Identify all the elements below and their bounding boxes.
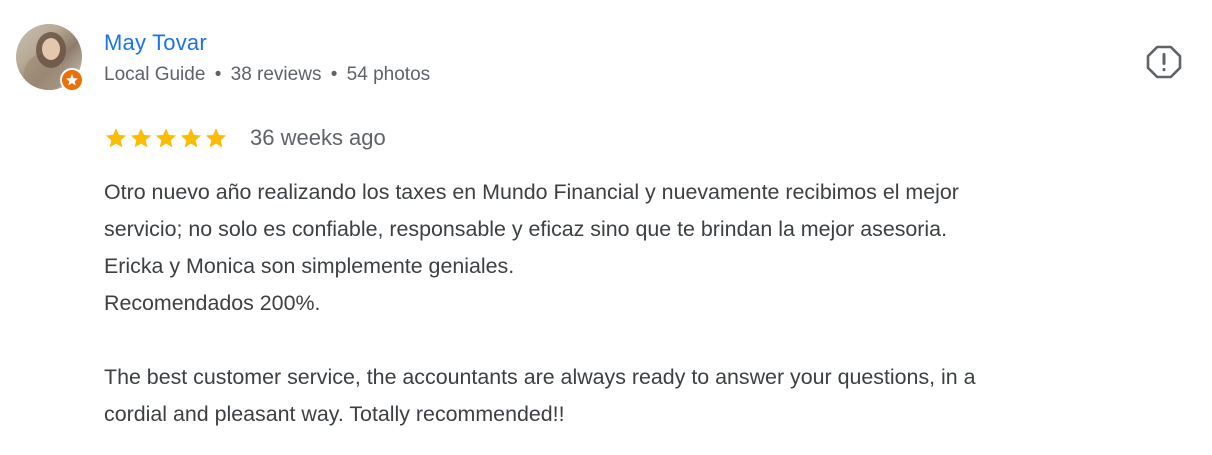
review-line: The best customer service, the accountan… — [104, 365, 976, 389]
reviewer-meta: Local Guide • 38 reviews • 54 photos — [104, 64, 430, 86]
meta-separator: • — [330, 64, 338, 85]
review-line: Otro nuevo año realizando los taxes en M… — [104, 180, 959, 204]
star-icon — [180, 128, 202, 148]
star-icon — [105, 128, 127, 148]
local-guide-badge-icon — [60, 68, 84, 92]
review-date: 36 weeks ago — [250, 125, 386, 150]
review-text: Otro nuevo año realizando los taxes en M… — [104, 174, 1194, 433]
review-line: Recomendados 200%. — [104, 291, 321, 315]
star-rating — [104, 126, 228, 150]
star-icon — [155, 128, 177, 148]
report-review-button[interactable] — [1144, 42, 1184, 82]
meta-separator: • — [214, 64, 222, 85]
reviewer-level: Local Guide — [104, 64, 206, 85]
review-line: Ericka y Monica son simplemente geniales… — [104, 254, 515, 278]
rating-row: 36 weeks ago — [104, 122, 386, 154]
reviewer-avatar[interactable] — [16, 24, 84, 92]
star-icon — [130, 128, 152, 148]
review-line: cordial and pleasant way. Totally recomm… — [104, 402, 565, 426]
reviewer-review-count: 38 reviews — [230, 64, 322, 85]
star-icon — [205, 128, 227, 148]
report-flag-icon — [1146, 45, 1182, 79]
review-line: servicio; no solo es confiable, responsa… — [104, 217, 948, 241]
reviewer-photo-count: 54 photos — [346, 64, 431, 85]
reviewer-name-link[interactable]: May Tovar — [104, 30, 207, 56]
review-card: May Tovar Local Guide • 38 reviews • 54 … — [0, 0, 1212, 455]
